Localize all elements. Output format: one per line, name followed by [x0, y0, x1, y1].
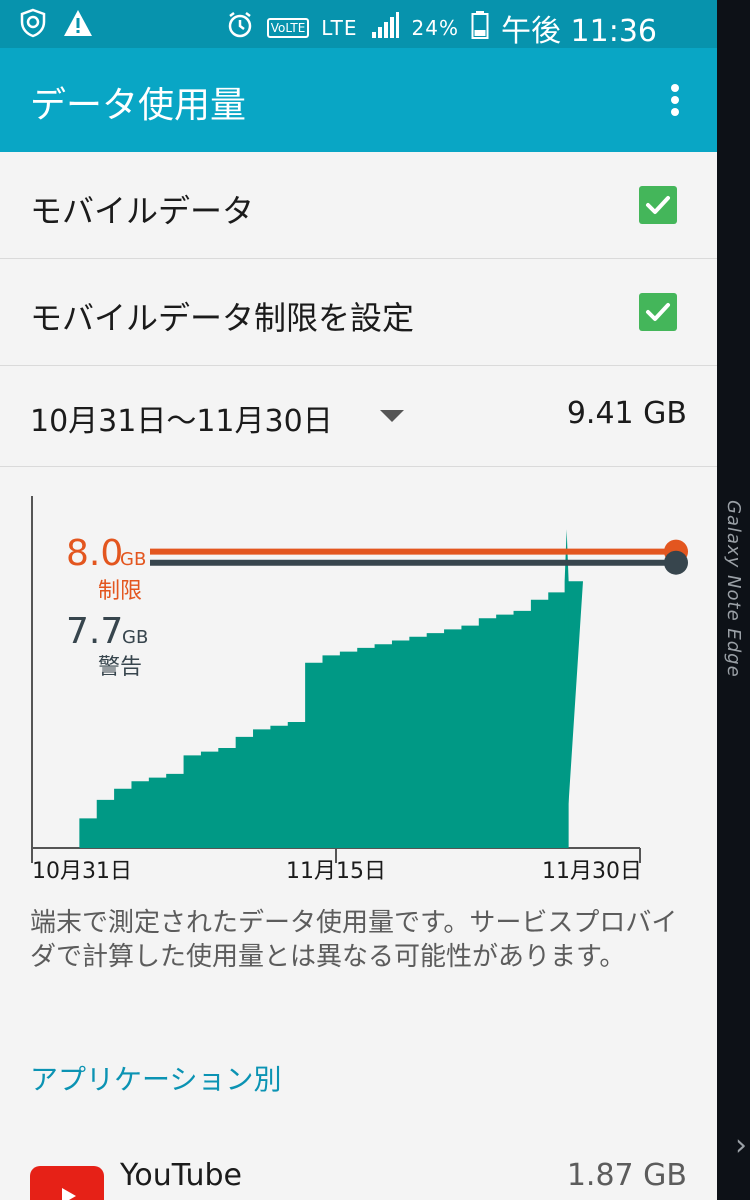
battery-icon [471, 10, 489, 47]
warning-icon [62, 8, 94, 42]
mobile-data-limit-row[interactable]: モバイルデータ制限を設定 [0, 259, 717, 366]
usage-note: 端末で測定されたデータ使用量です。サービスプロバイダで計算した使用量とは異なる可… [30, 908, 678, 972]
more-vert-icon-dot [671, 96, 679, 104]
total-usage: 9.41 GB [566, 396, 687, 431]
signal-icon [370, 10, 400, 47]
status-right: VoLTE LTE 24% 午後 11:36 [225, 6, 657, 50]
app-usage: 1.87 GB [566, 1158, 687, 1193]
section-title-apps: アプリケーション別 [30, 1063, 282, 1096]
warning-unit: GB [122, 627, 148, 648]
billing-cycle-range[interactable]: 10月31日～11月30日 [30, 396, 333, 440]
usage-chart-svg: 8.0 GB 制限 7.7 GB 警告 10月31日 11月15日 11月30日 [31, 496, 688, 884]
mobile-data-row[interactable]: モバイルデータ [0, 152, 717, 259]
network-type: LTE [321, 16, 358, 40]
billing-cycle-row[interactable]: 10月31日～11月30日 9.41 GB [0, 366, 717, 467]
more-vert-icon-dot [671, 108, 679, 116]
page-title: データ使用量 [30, 85, 247, 126]
app-usage-item[interactable]: YouTube 1.87 GB [0, 1140, 717, 1200]
x-tick-label-mid: 11月15日 [286, 859, 386, 884]
usage-spike-series [564, 529, 569, 848]
app-name: YouTube [120, 1158, 242, 1193]
usage-area-series [62, 581, 583, 848]
app-bar: データ使用量 [0, 48, 717, 152]
limit-unit: GB [120, 549, 146, 570]
mobile-data-limit-checkbox[interactable] [639, 293, 677, 331]
device-name: Galaxy Note Edge [723, 500, 744, 678]
chevron-right-icon[interactable]: › [735, 1128, 747, 1163]
x-tick-label-end: 11月30日 [542, 859, 642, 884]
youtube-icon [30, 1166, 104, 1200]
alarm-icon [225, 10, 255, 47]
volte-badge: VoLTE [266, 18, 310, 38]
mobile-data-label: モバイルデータ [30, 192, 255, 230]
limit-value: 8.0 [66, 533, 123, 574]
overflow-menu-button[interactable] [663, 78, 687, 122]
clock: 午後 11:36 [501, 14, 657, 49]
warning-handle[interactable] [664, 550, 688, 575]
usage-chart: 8.0 GB 制限 7.7 GB 警告 10月31日 11月15日 11月30日 [0, 468, 717, 888]
screen: VoLTE LTE 24% 午後 11:36 データ使用量 モバイルデータ モバ… [0, 0, 717, 1200]
check-icon [646, 303, 670, 321]
status-bar: VoLTE LTE 24% 午後 11:36 [0, 0, 717, 50]
check-icon [646, 196, 670, 214]
warning-label: 警告 [98, 655, 142, 680]
warning-value: 7.7 [66, 611, 123, 652]
mobile-data-limit-label: モバイルデータ制限を設定 [30, 299, 415, 337]
battery-percent: 24% [411, 16, 459, 40]
limit-label: 制限 [98, 579, 142, 604]
more-vert-icon [671, 84, 679, 92]
x-tick-label-start: 10月31日 [32, 859, 132, 884]
mobile-data-checkbox[interactable] [639, 186, 677, 224]
dropdown-arrow-icon[interactable] [380, 410, 404, 422]
shield-icon [18, 8, 48, 42]
status-left [18, 8, 94, 42]
edge-panel[interactable]: Galaxy Note Edge › [717, 0, 750, 1200]
